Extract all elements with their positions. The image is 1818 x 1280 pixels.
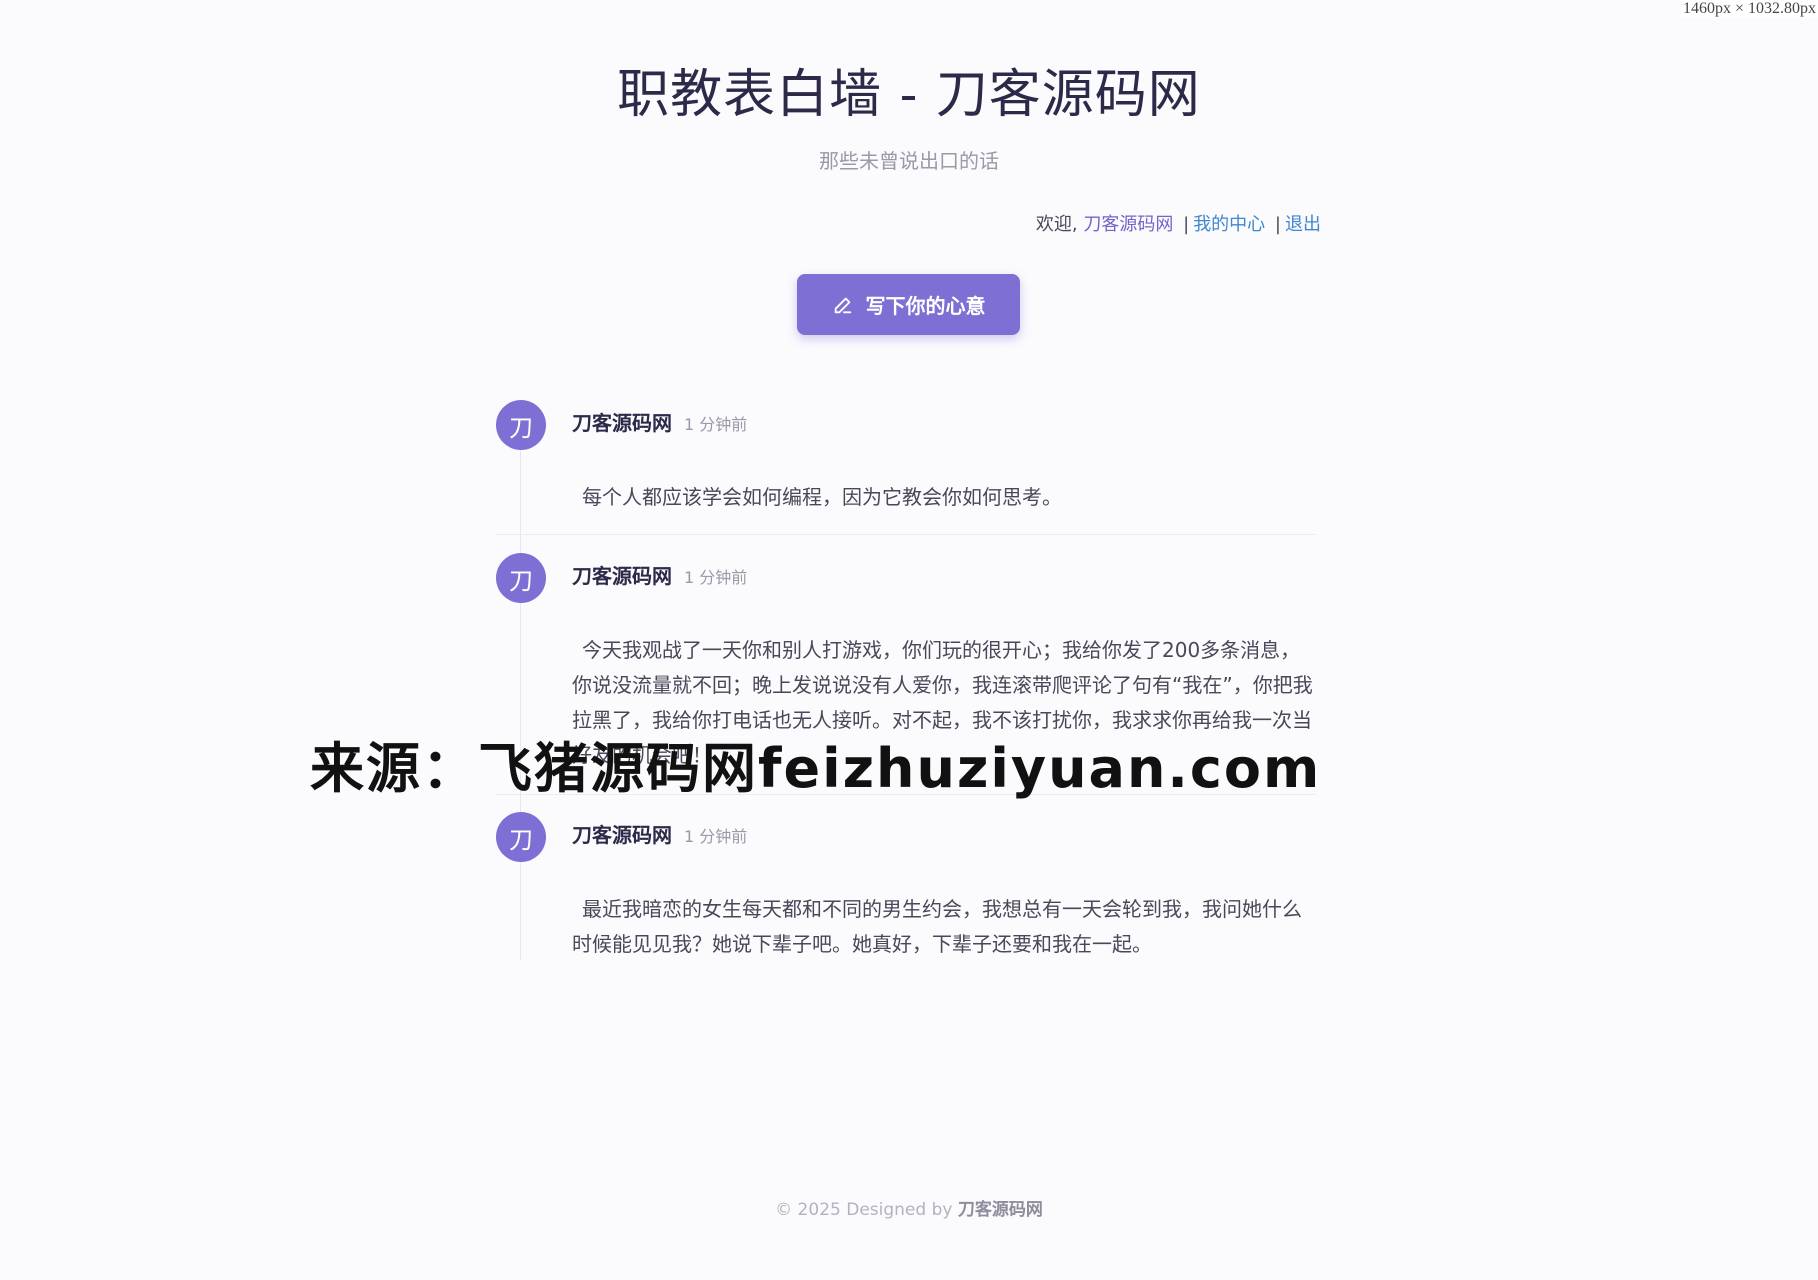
post-divider: [496, 534, 1316, 535]
welcome-text: 欢迎,: [1035, 214, 1078, 235]
page: 1460px × 1032.80px 职教表白墙 - 刀客源码网 那些未曾说出口…: [0, 0, 1818, 1280]
write-confession-button[interactable]: 写下你的心意: [797, 274, 1020, 335]
site-subtitle: 那些未曾说出口的话: [819, 149, 999, 173]
post-author: 刀客源码网: [572, 411, 672, 435]
avatar: 刀: [496, 400, 546, 450]
logout-link[interactable]: 退出: [1285, 214, 1321, 235]
post-author: 刀客源码网: [572, 823, 672, 847]
site-title: 职教表白墙 - 刀客源码网: [617, 65, 1201, 125]
avatar: 刀: [496, 553, 546, 603]
post-meta: 刀客源码网 1 分钟前: [572, 407, 747, 436]
separator: |: [1183, 214, 1190, 235]
footer-brand: 刀客源码网: [957, 1200, 1043, 1220]
avatar: 刀: [496, 812, 546, 862]
separator: |: [1274, 214, 1281, 235]
post-content: 最近我暗恋的女生每天都和不同的男生约会，我想总有一天会轮到我，我问她什么时候能见…: [572, 897, 1302, 956]
site-header: 职教表白墙 - 刀客源码网 那些未曾说出口的话: [0, 0, 1818, 174]
source-watermark: 来源：飞猪源码网feizhuziyuan.com: [310, 737, 1322, 800]
footer-text: © 2025 Designed by: [775, 1200, 953, 1220]
post-author: 刀客源码网: [572, 564, 672, 588]
username-link[interactable]: 刀客源码网: [1083, 214, 1173, 235]
post-content: 每个人都应该学会如何编程，因为它教会你如何思考。: [582, 485, 1062, 509]
post-time: 1 分钟前: [684, 827, 748, 846]
write-button-label: 写下你的心意: [865, 294, 986, 318]
viewport-size-label: 1460px × 1032.80px: [1680, 0, 1818, 18]
timeline-line: [520, 450, 521, 960]
my-center-link[interactable]: 我的中心: [1193, 214, 1265, 235]
post-time: 1 分钟前: [684, 415, 748, 434]
site-footer: © 2025 Designed by 刀客源码网: [0, 1195, 1818, 1220]
post-time: 1 分钟前: [684, 568, 748, 587]
post-meta: 刀客源码网 1 分钟前: [572, 560, 747, 589]
post-meta: 刀客源码网 1 分钟前: [572, 819, 747, 848]
user-bar: 欢迎, 刀客源码网 | 我的中心 | 退出: [505, 210, 1321, 236]
pencil-icon: [834, 297, 851, 313]
